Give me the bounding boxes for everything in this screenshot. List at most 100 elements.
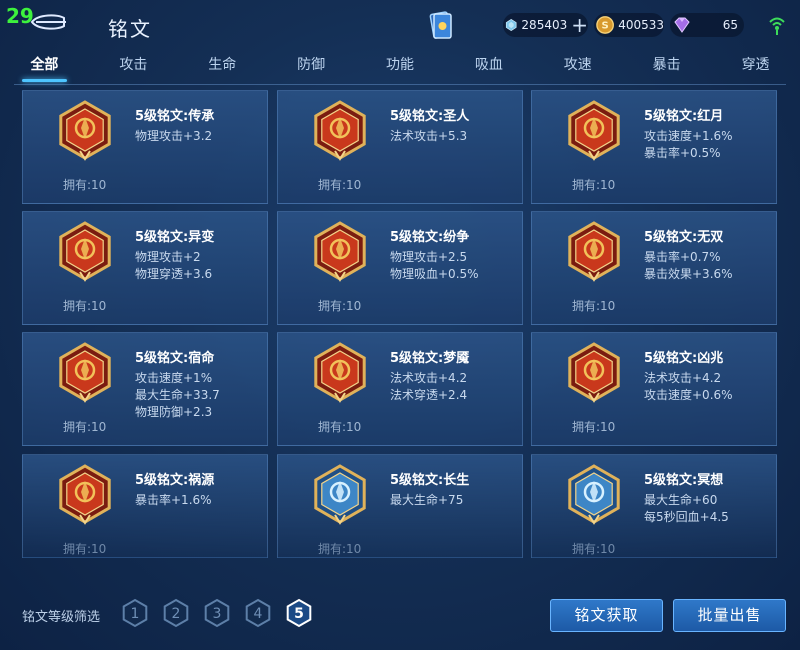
obtain-runes-button[interactable]: 铭文获取 (550, 599, 663, 632)
tab-4[interactable]: 功能 (356, 50, 445, 84)
back-arrow-icon[interactable] (28, 10, 68, 34)
rune-stat: 法术攻击+4.2 (390, 371, 468, 385)
red-moon-rune-icon (568, 100, 620, 161)
rune-card[interactable]: 5级铭文:无双 暴击率+0.7% 暴击效果+3.6% 拥有:10 (531, 211, 777, 325)
gold-amount: 400533 (618, 18, 664, 32)
owned-count: 拥有:10 (572, 299, 616, 313)
rune-name: 5级铭文:无双 (644, 230, 724, 245)
meditation-rune-icon (568, 464, 620, 525)
rune-stat: 物理攻击+2.5 (390, 250, 468, 264)
owned-count: 拥有:10 (572, 542, 616, 556)
rune-stat: 法术攻击+4.2 (644, 371, 722, 385)
rune-stat: 法术攻击+5.3 (390, 129, 468, 143)
owned-count: 拥有:10 (318, 299, 362, 313)
rune-stat: 物理吸血+0.5% (390, 267, 479, 281)
owned-count: 拥有:10 (572, 178, 616, 192)
diamond-amount: 285403 (521, 18, 568, 32)
tab-2[interactable]: 生命 (178, 50, 267, 84)
legacy-rune-icon (59, 100, 111, 161)
rune-card[interactable]: 5级铭文:红月 攻击速度+1.6% 暴击率+0.5% 拥有:10 (531, 90, 777, 204)
owned-count: 拥有:10 (63, 542, 107, 556)
tab-8[interactable]: 穿透 (711, 50, 800, 84)
rune-name: 5级铭文:圣人 (390, 109, 470, 124)
rune-card[interactable]: 5级铭文:纷争 物理攻击+2.5 物理吸血+0.5% 拥有:10 (277, 211, 523, 325)
rune-stat: 最大生命+33.7 (135, 388, 220, 402)
tab-5[interactable]: 吸血 (444, 50, 533, 84)
top-bar: 29 铭文 285403 + S 400533 65 (0, 0, 800, 50)
level-number: 4 (254, 606, 263, 622)
sage-rune-icon (314, 100, 366, 161)
level-filter-1[interactable]: 1 (121, 598, 149, 628)
rune-stat: 攻击速度+1.6% (644, 129, 733, 143)
purple-gem-icon (674, 17, 690, 33)
rune-card[interactable]: 5级铭文:异变 物理攻击+2 物理穿透+3.6 拥有:10 (22, 211, 268, 325)
gold-coin-icon: S (596, 16, 614, 34)
rune-card[interactable]: 5级铭文:宿命 攻击速度+1% 最大生命+33.7 物理防御+2.3 拥有:10 (22, 332, 268, 446)
rune-card[interactable]: 5级铭文:长生 最大生命+75 拥有:10 (277, 454, 523, 558)
strife-rune-icon (314, 221, 366, 282)
add-diamond-button[interactable]: + (571, 15, 588, 35)
page-title: 铭文 (108, 17, 152, 41)
category-tabs: 全部 攻击 生命 防御 功能 吸血 攻速 暴击 穿透 (0, 50, 800, 84)
mutation-rune-icon (59, 221, 111, 282)
svg-text:S: S (601, 21, 608, 32)
wifi-signal-icon (769, 17, 785, 35)
rune-stat: 暴击率+0.5% (644, 146, 721, 160)
fate-rune-icon (59, 342, 111, 403)
calamity-rune-icon (59, 464, 111, 525)
rune-name: 5级铭文:宿命 (135, 351, 215, 366)
owned-count: 拥有:10 (63, 178, 107, 192)
diamond-balance: 285403 + (503, 13, 588, 37)
rune-stat: 法术穿透+2.4 (390, 388, 468, 402)
rune-stat: 最大生命+75 (390, 493, 464, 507)
owned-count: 拥有:10 (318, 542, 362, 556)
omen-rune-icon (568, 342, 620, 403)
rune-card[interactable]: 5级铭文:传承 物理攻击+3.2 拥有:10 (22, 90, 268, 204)
tab-divider (14, 84, 786, 85)
level-filter-4[interactable]: 4 (244, 598, 272, 628)
gem-amount: 65 (722, 18, 738, 32)
rune-card[interactable]: 5级铭文:梦魇 法术攻击+4.2 法术穿透+2.4 拥有:10 (277, 332, 523, 446)
tab-1[interactable]: 攻击 (89, 50, 178, 84)
tab-6[interactable]: 攻速 (533, 50, 622, 84)
rune-card[interactable]: 5级铭文:圣人 法术攻击+5.3 拥有:10 (277, 90, 523, 204)
owned-count: 拥有:10 (572, 420, 616, 434)
bulk-sell-button[interactable]: 批量出售 (673, 599, 786, 632)
rune-stat: 暴击率+1.6% (135, 493, 212, 507)
tab-3[interactable]: 防御 (267, 50, 356, 84)
rune-stat: 攻击速度+0.6% (644, 388, 733, 402)
rune-name: 5级铭文:异变 (135, 230, 215, 245)
rune-stat: 暴击效果+3.6% (644, 267, 733, 281)
level-number: 5 (294, 606, 304, 622)
peerless-rune-icon (568, 221, 620, 282)
rune-name: 5级铭文:红月 (644, 109, 724, 124)
rune-card[interactable]: 5级铭文:凶兆 法术攻击+4.2 攻击速度+0.6% 拥有:10 (531, 332, 777, 446)
longevity-rune-icon (314, 464, 366, 525)
rune-stat: 物理穿透+3.6 (135, 267, 213, 281)
rune-name: 5级铭文:凶兆 (644, 351, 724, 366)
owned-count: 拥有:10 (318, 178, 362, 192)
level-number: 2 (172, 606, 181, 622)
level-filter-2[interactable]: 2 (162, 598, 190, 628)
rune-stat: 物理攻击+2 (135, 250, 201, 264)
rune-card[interactable]: 5级铭文:祸源 暴击率+1.6% 拥有:10 (22, 454, 268, 558)
level-number: 1 (131, 606, 140, 622)
rune-stat: 暴击率+0.7% (644, 250, 721, 264)
level-filter-5[interactable]: 5 (285, 598, 313, 628)
rune-stat: 物理防御+2.3 (135, 405, 213, 419)
level-filter-3[interactable]: 3 (203, 598, 231, 628)
level-number: 3 (213, 606, 222, 622)
gem-balance: 65 (670, 13, 744, 37)
rune-page-card-icon[interactable] (428, 10, 454, 40)
nightmare-rune-icon (314, 342, 366, 403)
diamond-icon (505, 19, 517, 31)
rune-name: 5级铭文:祸源 (135, 473, 215, 488)
owned-count: 拥有:10 (63, 420, 107, 434)
level-filter-label: 铭文等级筛选 (22, 610, 101, 625)
tab-7[interactable]: 暴击 (622, 50, 711, 84)
rune-name: 5级铭文:长生 (390, 473, 470, 488)
gold-balance: S 400533 (594, 13, 664, 37)
tab-0[interactable]: 全部 (0, 50, 89, 84)
rune-card[interactable]: 5级铭文:冥想 最大生命+60 每5秒回血+4.5 拥有:10 (531, 454, 777, 558)
rune-stat: 每5秒回血+4.5 (644, 510, 729, 524)
